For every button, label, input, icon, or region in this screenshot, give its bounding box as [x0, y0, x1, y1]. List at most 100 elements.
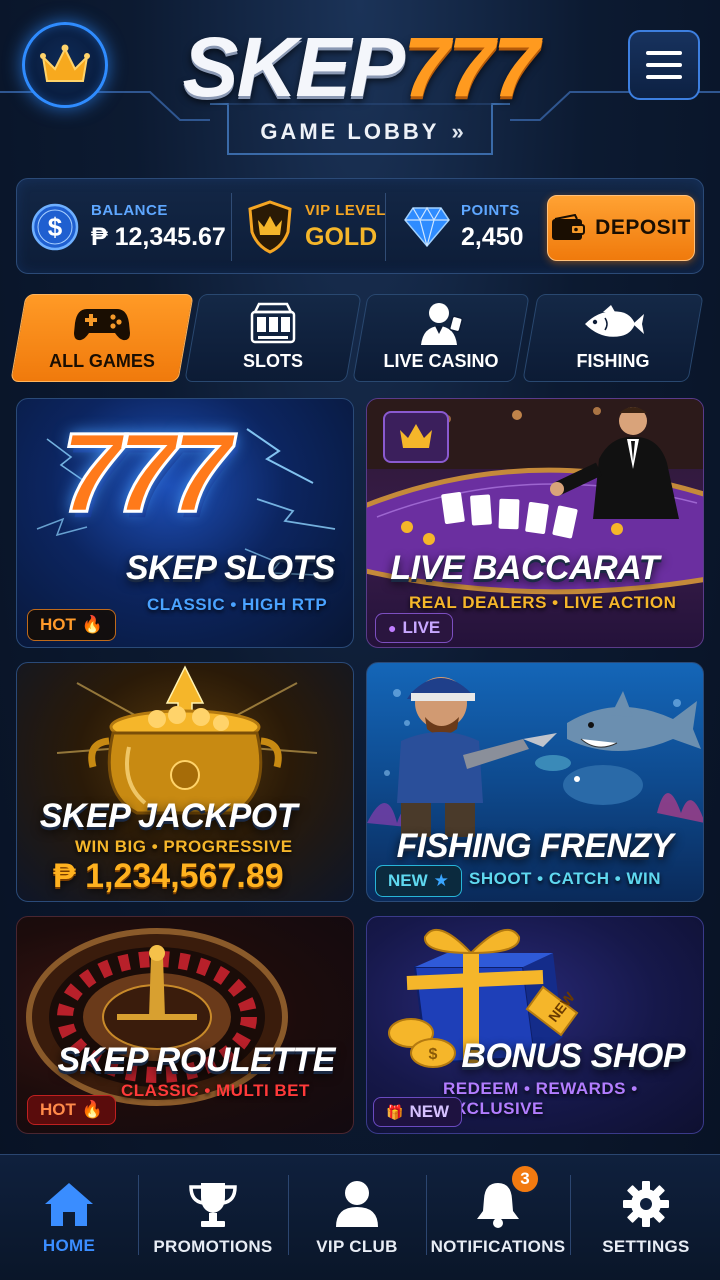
nav-settings-label: SETTINGS	[602, 1237, 690, 1256]
hot-badge-label: HOT	[40, 615, 76, 634]
diamond-icon	[404, 206, 450, 248]
bottom-navigation: HOME PROMOTIONS VIP CLUB NOTIFICATIONS S…	[0, 1154, 720, 1280]
game-lobby-screen: SKEP777 GAME LOBBY » $ BALANCE ₱ 12,345.…	[0, 0, 720, 1280]
tab-fishing-label: FISHING	[576, 351, 650, 371]
wallet-icon	[552, 214, 586, 240]
nav-divider	[288, 1175, 289, 1255]
balance-stat: $ BALANCE ₱ 12,345.67	[31, 179, 226, 275]
game-title: SKEP JACKPOT	[39, 797, 298, 835]
menu-line-icon	[646, 51, 682, 55]
account-stats-bar: $ BALANCE ₱ 12,345.67 VIP LEVEL GOLD POI…	[16, 178, 704, 274]
points-stat: POINTS 2,450	[403, 179, 524, 275]
game-subtitle: CLASSIC • HIGH RTP	[147, 595, 328, 614]
new-badge-label: NEW	[409, 1102, 450, 1121]
points-value: 2,450	[461, 223, 524, 251]
gear-icon	[623, 1181, 669, 1227]
tab-live-casino-label: LIVE CASINO	[383, 351, 499, 371]
svg-text:$: $	[48, 212, 63, 242]
crown-badge-icon	[383, 411, 449, 463]
tab-all-games-label: ALL GAMES	[49, 351, 155, 371]
nav-settings[interactable]: SETTINGS	[572, 1155, 720, 1280]
notification-count-badge: 3	[510, 1164, 540, 1194]
points-label: POINTS	[461, 202, 520, 219]
gift-icon: 🎁	[386, 1103, 404, 1120]
game-title: SKEP ROULETTE	[57, 1041, 336, 1079]
header: SKEP777 GAME LOBBY »	[0, 0, 720, 160]
nav-divider	[570, 1175, 571, 1255]
home-icon	[45, 1183, 93, 1226]
live-badge-label: LIVE	[402, 618, 441, 637]
jackpot-amount: ₱ 1,234,567.89	[53, 857, 284, 895]
double-chevron-icon: »	[451, 119, 463, 144]
vip-level-value: GOLD	[305, 223, 378, 251]
new-badge-label: NEW	[388, 871, 428, 890]
tab-all-games[interactable]: ALL GAMES	[10, 294, 194, 382]
game-subtitle: REAL DEALERS • LIVE ACTION	[409, 593, 677, 612]
tab-slots-label: SLOTS	[242, 351, 303, 371]
deposit-button[interactable]: DEPOSIT	[547, 195, 695, 261]
game-lobby-tab[interactable]: GAME LOBBY »	[230, 108, 490, 156]
deposit-label: DEPOSIT	[595, 216, 691, 239]
nav-vip-club[interactable]: VIP CLUB	[290, 1155, 424, 1280]
stat-divider	[231, 193, 232, 261]
game-lobby-label: GAME LOBBY	[260, 119, 440, 144]
balance-label: BALANCE	[91, 202, 168, 219]
game-card-fishing-frenzy[interactable]: FISHING FRENZY SHOOT • CATCH • WIN NEW ★	[366, 662, 704, 902]
nav-divider	[138, 1175, 139, 1255]
slot-machine-icon	[249, 301, 297, 347]
logo-text-white: SKEP	[182, 20, 406, 114]
new-badge: 🎁 NEW	[373, 1097, 463, 1127]
crown-shield-icon	[248, 200, 292, 254]
menu-line-icon	[646, 63, 682, 67]
game-card-skep-roulette[interactable]: SKEP ROULETTE CLASSIC • MULTI BET HOT 🔥	[16, 916, 354, 1134]
trophy-icon	[189, 1183, 237, 1227]
game-card-live-baccarat[interactable]: LIVE BACCARAT REAL DEALERS • LIVE ACTION…	[366, 398, 704, 648]
hamburger-menu-button[interactable]	[628, 30, 700, 100]
fire-icon: 🔥	[81, 615, 104, 634]
nav-promotions-label: PROMOTIONS	[153, 1237, 273, 1256]
vip-level-stat: VIP LEVEL GOLD	[247, 179, 386, 275]
tab-live-casino[interactable]: LIVE CASINO	[352, 294, 530, 382]
game-subtitle: REDEEM • REWARDS • EXCLUSIVE	[443, 1079, 638, 1118]
nav-divider	[426, 1175, 427, 1255]
balance-value: ₱ 12,345.67	[91, 223, 226, 251]
vip-level-label: VIP LEVEL	[305, 202, 386, 219]
nav-home-label: HOME	[42, 1236, 96, 1255]
nav-notifications-label: NOTIFICATIONS	[430, 1237, 566, 1256]
nav-home[interactable]: HOME	[0, 1155, 138, 1280]
tab-slots[interactable]: SLOTS	[184, 294, 362, 382]
user-icon	[336, 1181, 378, 1227]
live-badge: ● LIVE	[375, 613, 454, 643]
game-title: LIVE BACCARAT	[390, 549, 659, 587]
game-title: FISHING FRENZY	[396, 827, 674, 865]
dollar-coin-icon: $	[31, 203, 79, 251]
stat-divider	[385, 193, 386, 261]
slots-777-art: 777	[60, 410, 234, 535]
hot-badge-label: HOT	[40, 1100, 76, 1119]
game-subtitle: WIN BIG • PROGRESSIVE	[75, 837, 293, 856]
svg-text:$: $	[429, 1046, 438, 1063]
live-dot-icon: ●	[388, 620, 397, 636]
game-subtitle: CLASSIC • MULTI BET	[121, 1081, 310, 1100]
fish-icon	[581, 301, 645, 347]
hot-badge: HOT 🔥	[27, 1095, 117, 1125]
logo-text-orange: 777	[403, 20, 539, 114]
dealer-icon	[417, 301, 465, 347]
game-title: BONUS SHOP	[461, 1037, 685, 1075]
nav-vip-club-label: VIP CLUB	[316, 1237, 398, 1256]
menu-line-icon	[646, 75, 682, 79]
game-card-bonus-shop[interactable]: $ NEW BONUS SHOP REDEEM • REWARDS • EXCL…	[366, 916, 704, 1134]
gamepad-icon	[73, 301, 131, 347]
game-subtitle: SHOOT • CATCH • WIN	[469, 869, 662, 888]
nav-notifications[interactable]: NOTIFICATIONS	[428, 1155, 568, 1280]
hot-badge: HOT 🔥	[27, 609, 117, 641]
game-title: SKEP SLOTS	[125, 549, 336, 587]
app-logo: SKEP777	[0, 22, 720, 112]
star-icon: ★	[433, 871, 449, 890]
game-card-skep-slots[interactable]: 777 SKEP SLOTS CLASSIC • HIGH RTP HOT 🔥	[16, 398, 354, 648]
nav-promotions[interactable]: PROMOTIONS	[140, 1155, 286, 1280]
new-badge: NEW ★	[375, 865, 462, 897]
game-card-skep-jackpot[interactable]: SKEP JACKPOT WIN BIG • PROGRESSIVE ₱ 1,2…	[16, 662, 354, 902]
fire-icon: 🔥	[81, 1100, 104, 1119]
tab-fishing[interactable]: FISHING	[522, 294, 704, 382]
